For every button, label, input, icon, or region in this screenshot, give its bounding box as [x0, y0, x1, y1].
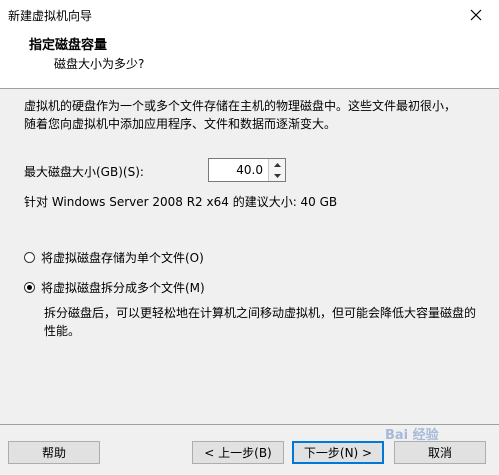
- option-single-file[interactable]: 将虚拟磁盘存储为单个文件(O): [24, 249, 204, 266]
- radio-split-files[interactable]: [24, 282, 35, 293]
- window-title: 新建虚拟机向导: [8, 9, 93, 23]
- close-button[interactable]: [453, 0, 499, 30]
- title-bar: 新建虚拟机向导: [0, 0, 499, 30]
- help-button[interactable]: 帮助: [8, 441, 100, 464]
- option-split-files[interactable]: 将虚拟磁盘拆分成多个文件(M): [24, 279, 205, 296]
- close-icon: [470, 9, 482, 21]
- cancel-button[interactable]: 取消: [394, 441, 486, 464]
- max-size-spinbox[interactable]: 40.0: [208, 158, 286, 182]
- split-description: 拆分磁盘后，可以更轻松地在计算机之间移动虚拟机，但可能会降低大容量磁盘的性能。: [44, 306, 477, 338]
- disk-description: 虚拟机的硬盘作为一个或多个文件存储在主机的物理磁盘中。这些文件最初很小，随着您向…: [24, 99, 457, 131]
- option-split-files-label: 将虚拟磁盘拆分成多个文件(M): [41, 281, 205, 295]
- recommended-size: 针对 Windows Server 2008 R2 x64 的建议大小: 40 …: [24, 195, 338, 209]
- max-size-label: 最大磁盘大小(GB)(S):: [24, 165, 144, 179]
- spin-buttons: [268, 159, 285, 181]
- page-subtitle: 磁盘大小为多少?: [54, 57, 145, 71]
- wizard-content: 虚拟机的硬盘作为一个或多个文件存储在主机的物理磁盘中。这些文件最初很小，随着您向…: [0, 89, 499, 424]
- back-button[interactable]: < 上一步(B): [192, 441, 284, 464]
- watermark: Bai 经验: [385, 428, 439, 443]
- spin-down-button[interactable]: [269, 170, 285, 181]
- page-title: 指定磁盘容量: [29, 38, 108, 53]
- max-size-input[interactable]: 40.0: [236, 163, 263, 177]
- wizard-header: 指定磁盘容量 磁盘大小为多少?: [0, 30, 499, 88]
- next-button[interactable]: 下一步(N) >: [292, 441, 384, 464]
- radio-single-file[interactable]: [24, 252, 35, 263]
- option-single-file-label: 将虚拟磁盘存储为单个文件(O): [41, 251, 204, 265]
- triangle-up-icon: [273, 162, 281, 167]
- triangle-down-icon: [273, 173, 281, 178]
